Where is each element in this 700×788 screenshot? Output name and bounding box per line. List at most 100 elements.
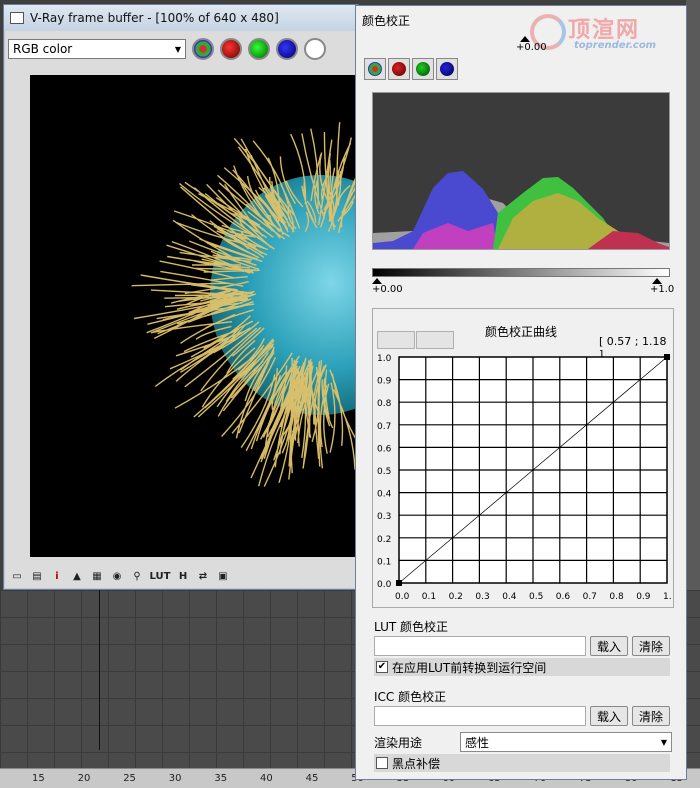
y-tick-label: 0.4: [377, 490, 392, 500]
lut-clear-button[interactable]: 清除: [632, 636, 670, 656]
channel-select[interactable]: RGB color ▼: [8, 39, 186, 59]
x-tick-label: 0.2: [449, 592, 463, 602]
vfb-tool-button[interactable]: ◉: [110, 569, 124, 583]
viewport-edge: [686, 0, 700, 590]
lut-convert-label: 在应用LUT前转换到运行空间: [392, 660, 547, 675]
cc-rgb-button[interactable]: [364, 58, 386, 80]
color-correction-panel: 颜色校正 顶渲网 toprender.com +0.00 +0.00 +1.0: [355, 5, 687, 780]
blackpoint-checkbox[interactable]: [376, 757, 388, 769]
curve-point-start: [396, 580, 402, 586]
cc-green-button[interactable]: [412, 58, 434, 80]
watermark-logo: 顶渲网 toprender.com: [524, 10, 684, 56]
curve-plot[interactable]: 0.0 0.1 0.2 0.3 0.4 0.5 0.6 0.7 0.8 0.9 1. 1.0 0.9 0.…: [373, 353, 673, 603]
curve-tab-1[interactable]: [377, 331, 415, 349]
vfb-bottom-toolbar: ▭ ▤ i ▲ ▦ ◉ ⚲ LUT H ⇄ ▣: [10, 567, 230, 585]
y-tick-label: 0.1: [377, 557, 391, 567]
rendered-fur-ball-image: [131, 122, 360, 487]
red-dot-icon: [392, 62, 406, 76]
y-tick-label: 0.0: [377, 580, 392, 590]
timeline-tick: 35: [214, 773, 228, 784]
chevron-down-icon: ▼: [174, 44, 181, 54]
blue-dot-icon: [440, 62, 454, 76]
histogram: [372, 92, 670, 250]
levels-high-marker[interactable]: +1.0: [650, 278, 674, 295]
rgb-channel-button[interactable]: [192, 38, 214, 60]
timeline-tick: 40: [260, 773, 273, 784]
y-tick-label: 0.7: [377, 422, 391, 432]
lut-convert-checkbox[interactable]: ✔: [376, 661, 388, 673]
render-intent-value: 感性: [465, 735, 490, 750]
render-intent-label: 渲染用途: [374, 736, 423, 750]
vfb-tool-button[interactable]: ▣: [216, 569, 230, 583]
vfb-tool-button[interactable]: ▤: [30, 569, 44, 583]
lut-load-button[interactable]: 载入: [590, 636, 628, 656]
window-icon: [10, 12, 24, 24]
y-tick-label: 0.8: [377, 399, 392, 409]
vfb-title: V-Ray frame buffer - [100% of 640 x 480]: [30, 11, 279, 25]
vfb-titlebar[interactable]: V-Ray frame buffer - [100% of 640 x 480]: [4, 5, 358, 31]
red-channel-button[interactable]: [220, 38, 242, 60]
curve-tab-2[interactable]: [416, 331, 454, 349]
cc-blue-button[interactable]: [436, 58, 458, 80]
cc-channel-buttons: [364, 58, 458, 80]
blue-channel-button[interactable]: [276, 38, 298, 60]
timeline-tick: 45: [305, 773, 319, 784]
green-dot-icon: [416, 62, 430, 76]
lut-label: LUT 颜色校正: [374, 620, 449, 634]
cc-title: 颜色校正: [362, 14, 411, 28]
y-tick-label: 0.6: [377, 444, 392, 454]
green-channel-button[interactable]: [248, 38, 270, 60]
x-tick-label: 0.3: [475, 592, 489, 602]
x-tick-label: 0.4: [502, 592, 517, 602]
x-tick-label: 0.6: [556, 592, 571, 602]
lut-convert-checkbox-row[interactable]: ✔ 在应用LUT前转换到运行空间: [374, 658, 670, 676]
blackpoint-label: 黑点补偿: [392, 756, 441, 771]
x-tick-label: 0.0: [395, 592, 410, 602]
exposure-marker[interactable]: +0.00: [516, 36, 547, 53]
x-tick-label: 1.: [663, 592, 672, 602]
levels-low-value: +0.00: [372, 284, 403, 295]
rgb-dot-icon: [368, 62, 382, 76]
levels-gradient-bar[interactable]: [372, 268, 670, 277]
vfb-tool-button[interactable]: ▲: [70, 569, 84, 583]
y-tick-label: 0.2: [377, 535, 391, 545]
alpha-channel-button[interactable]: [304, 38, 326, 60]
icc-clear-button[interactable]: 清除: [632, 706, 670, 726]
x-tick-label: 0.7: [583, 592, 597, 602]
channel-select-value: RGB color: [13, 42, 73, 56]
timeline-tick: 30: [168, 773, 182, 784]
cc-red-button[interactable]: [388, 58, 410, 80]
chevron-down-icon: ▼: [660, 737, 667, 747]
icc-load-button[interactable]: 载入: [590, 706, 628, 726]
x-tick-label: 0.5: [529, 592, 543, 602]
vfb-toolbar: RGB color ▼: [8, 35, 358, 63]
render-canvas[interactable]: [30, 75, 360, 557]
y-tick-label: 1.0: [377, 354, 392, 364]
curve-title: 颜色校正曲线: [485, 325, 558, 339]
levels-low-marker[interactable]: +0.00: [372, 278, 403, 295]
levels-high-value: +1.0: [650, 284, 675, 295]
render-intent-select[interactable]: 感性 ▼: [460, 732, 672, 752]
curve-editor: 颜色校正曲线 [ 0.57 ; 1.18 ] 0.0 0.1 0.2 0.3 0.4 0.…: [372, 308, 674, 608]
x-tick-label: 0.9: [636, 592, 651, 602]
vfb-tool-button[interactable]: ▦: [90, 569, 104, 583]
icc-file-input[interactable]: [374, 706, 586, 726]
lut-file-input[interactable]: [374, 636, 586, 656]
x-tick-label: 0.1: [422, 592, 436, 602]
vfb-tool-button[interactable]: ⇄: [196, 569, 210, 583]
vfb-tool-button[interactable]: LUT: [150, 569, 171, 583]
vray-frame-buffer-window: V-Ray frame buffer - [100% of 640 x 480]…: [3, 4, 360, 590]
vfb-tool-button[interactable]: ⚲: [130, 569, 144, 583]
exposure-marker-value: +0.00: [516, 42, 547, 53]
viewport-axis-line: [99, 590, 100, 750]
timeline-tick: 15: [32, 773, 45, 784]
vfb-tool-button[interactable]: i: [50, 569, 64, 583]
vfb-tool-button[interactable]: ▭: [10, 569, 24, 583]
timeline-tick: 20: [77, 773, 91, 784]
watermark-en-text: toprender.com: [574, 40, 657, 51]
y-tick-label: 0.5: [377, 467, 391, 477]
x-tick-label: 0.8: [609, 592, 624, 602]
vfb-tool-button[interactable]: H: [176, 569, 190, 583]
y-tick-label: 0.3: [377, 512, 391, 522]
blackpoint-checkbox-row[interactable]: 黑点补偿: [374, 754, 670, 772]
